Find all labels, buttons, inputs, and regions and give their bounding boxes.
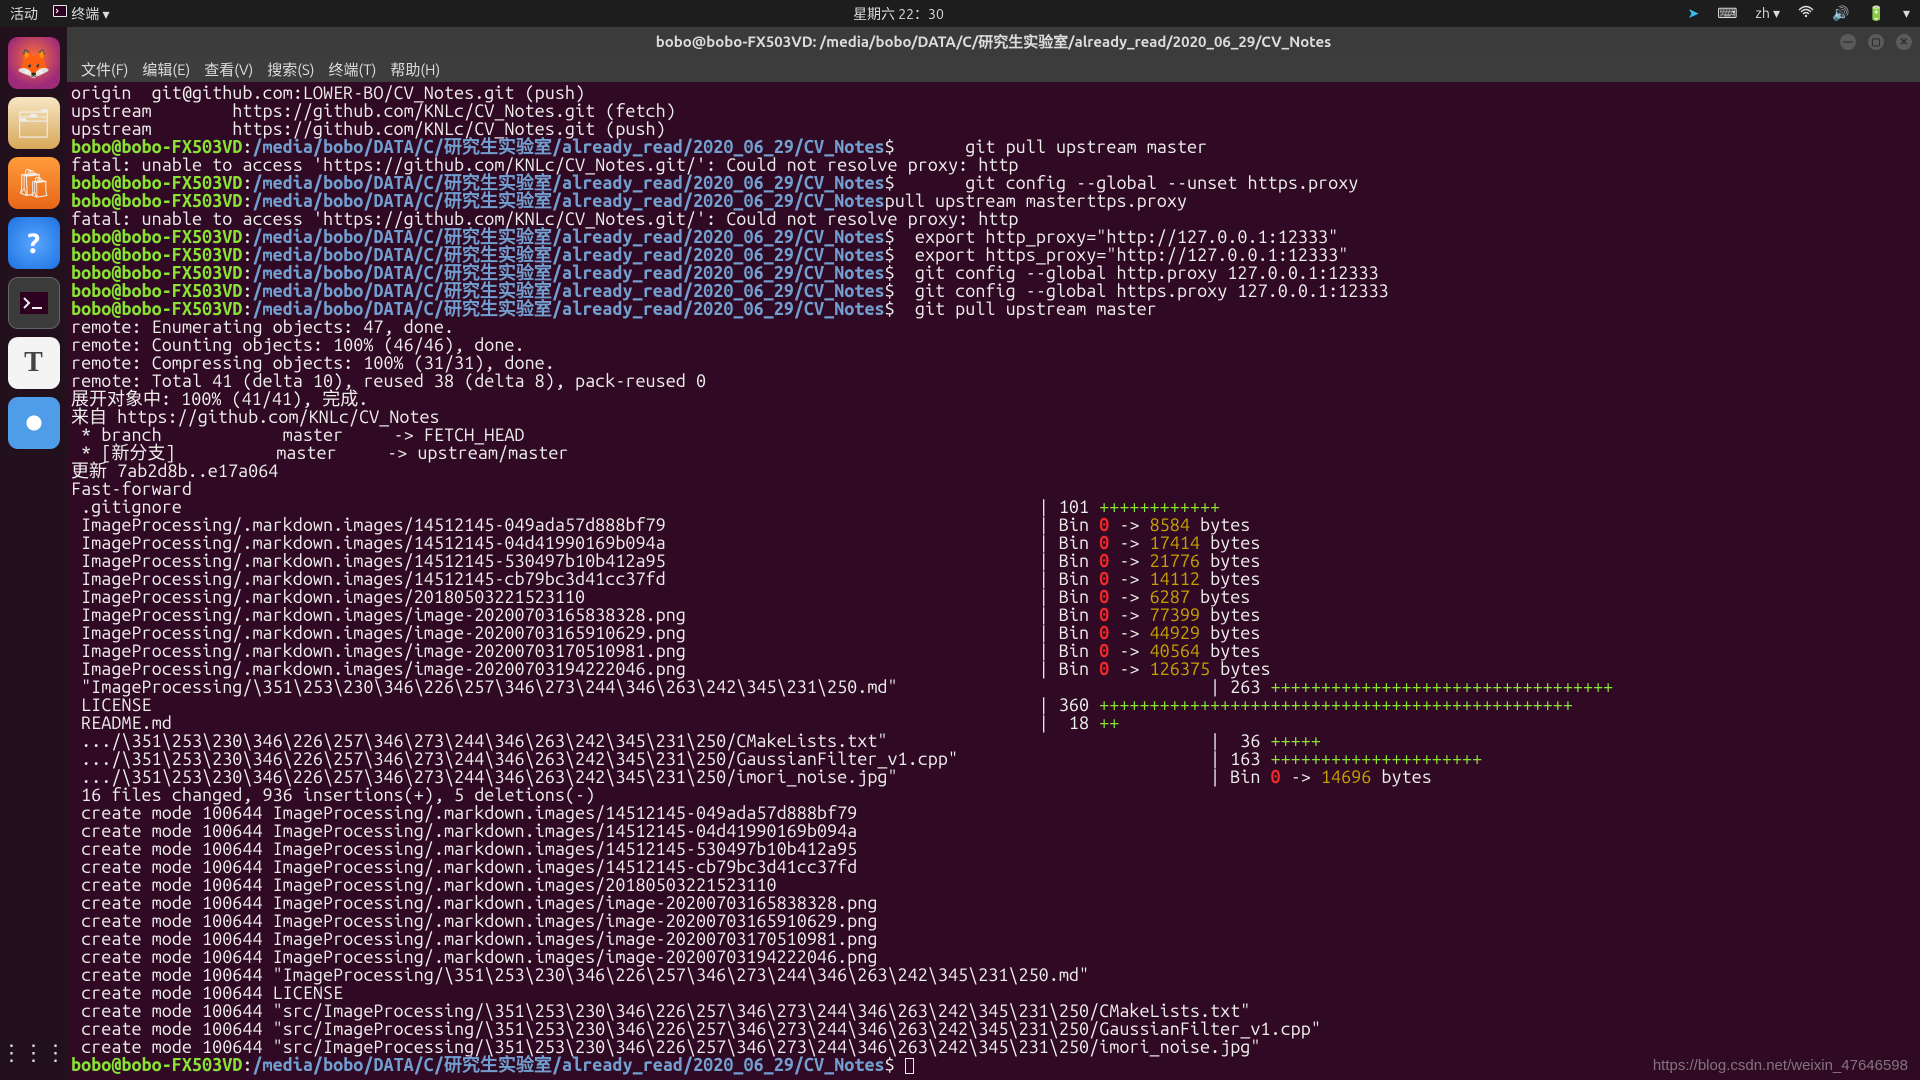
close-button[interactable]: ✕ bbox=[1896, 34, 1912, 50]
clock[interactable]: 星期六 22：30 bbox=[853, 4, 944, 24]
menu-terminal[interactable]: 终端(T) bbox=[325, 57, 381, 82]
topbar-app-menu[interactable]: 终端 ▾ bbox=[52, 3, 109, 24]
menu-help[interactable]: 帮助(H) bbox=[386, 57, 444, 82]
watermark: https://blog.csdn.net/weixin_47646598 bbox=[1653, 1057, 1908, 1074]
maximize-button[interactable]: ▢ bbox=[1868, 34, 1884, 50]
keyboard-icon[interactable]: ⌨ bbox=[1717, 5, 1737, 22]
menu-edit[interactable]: 编辑(E) bbox=[138, 57, 194, 82]
dock-text-editor[interactable]: T bbox=[8, 337, 60, 389]
menu-search[interactable]: 搜索(S) bbox=[263, 57, 318, 82]
dock-files[interactable]: 🗂 bbox=[8, 97, 60, 149]
activities-button[interactable]: 活动 bbox=[10, 4, 38, 24]
menubar: 文件(F) 编辑(E) 查看(V) 搜索(S) 终端(T) 帮助(H) bbox=[67, 56, 1920, 82]
power-icon[interactable]: ▾ bbox=[1903, 5, 1910, 22]
window-title: bobo@bobo-FX503VD: /media/bobo/DATA/C/研究… bbox=[656, 31, 1332, 52]
telegram-icon[interactable]: ➤ bbox=[1687, 5, 1699, 22]
dock-terminal[interactable] bbox=[8, 277, 60, 329]
dock-software[interactable]: 🛍 bbox=[8, 157, 60, 209]
dock-firefox[interactable]: 🦊 bbox=[8, 37, 60, 89]
menu-file[interactable]: 文件(F) bbox=[77, 57, 132, 82]
terminal-icon bbox=[52, 3, 68, 19]
topbar: 活动 终端 ▾ 星期六 22：30 ➤ ⌨ zh ▾ 🔊 🔋 ▾ bbox=[0, 0, 1920, 27]
dock-help[interactable]: ? bbox=[8, 217, 60, 269]
window-titlebar: bobo@bobo-FX503VD: /media/bobo/DATA/C/研究… bbox=[67, 27, 1920, 56]
menu-view[interactable]: 查看(V) bbox=[200, 57, 257, 82]
minimize-button[interactable]: — bbox=[1840, 34, 1856, 50]
battery-icon[interactable]: 🔋 bbox=[1868, 5, 1885, 22]
wifi-icon[interactable] bbox=[1798, 4, 1814, 23]
volume-icon[interactable]: 🔊 bbox=[1832, 5, 1849, 22]
input-lang[interactable]: zh ▾ bbox=[1755, 5, 1780, 22]
dock: 🦊 🗂 🛍 ? T ⋮⋮⋮ bbox=[0, 27, 67, 1080]
dock-chromium[interactable] bbox=[8, 397, 60, 449]
show-applications-icon[interactable]: ⋮⋮⋮ bbox=[1, 1040, 67, 1066]
terminal-output[interactable]: origin git@github.com:LOWER-BO/CV_Notes.… bbox=[67, 82, 1920, 1080]
